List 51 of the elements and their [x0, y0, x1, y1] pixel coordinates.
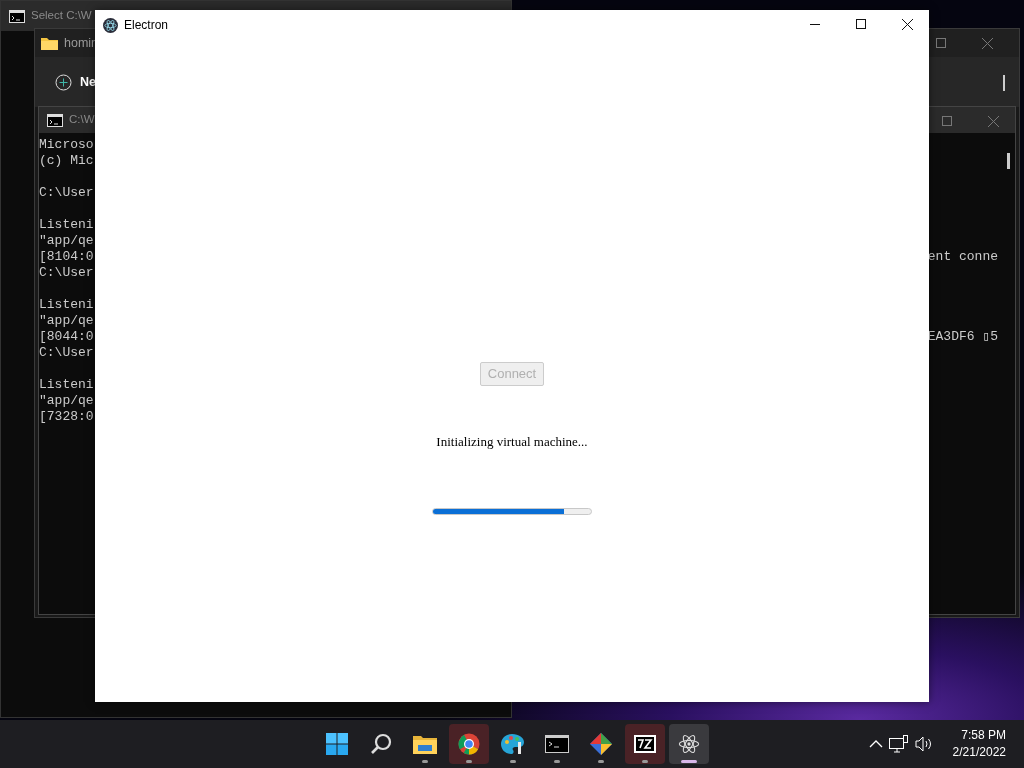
console-line: ent conne — [927, 249, 998, 265]
console-line: Microso — [39, 137, 94, 153]
console-line: "app/qe — [39, 233, 94, 249]
console-line: [8104:0 — [39, 249, 94, 265]
close-icon — [901, 18, 913, 30]
console-line: [7328:0 — [39, 409, 94, 425]
console-line: C:\User — [39, 265, 94, 281]
speaker-icon[interactable] — [914, 736, 933, 752]
window-title: C:\W — [69, 112, 95, 128]
windows-logo-icon — [326, 733, 348, 755]
clock-date[interactable]: 2/21/2022 — [952, 744, 1006, 761]
console-line: EA3DF6 ▯5 — [927, 329, 998, 345]
palette-icon — [501, 733, 525, 755]
diamond-icon — [589, 732, 613, 756]
maximize-icon — [942, 116, 952, 126]
atom-icon — [103, 17, 118, 33]
console-icon — [47, 113, 63, 127]
folder-icon — [413, 734, 437, 754]
taskbar-button[interactable] — [669, 724, 709, 764]
archive-icon — [634, 735, 656, 753]
console-line: C:\User — [39, 185, 94, 201]
console-line: "app/qe — [39, 393, 94, 409]
close-icon — [987, 115, 999, 127]
plus-icon — [55, 73, 72, 91]
window-title: Electron — [124, 17, 169, 34]
chevron-up-icon[interactable] — [868, 740, 883, 748]
scrollbar-thumb — [1003, 75, 1005, 91]
console-line: Listeni — [39, 377, 94, 393]
console-line: Listeni — [39, 217, 94, 233]
maximize-icon — [936, 38, 946, 48]
new-button[interactable]: Ne — [80, 72, 96, 92]
folder-icon — [41, 36, 58, 50]
console-line: Listeni — [39, 297, 94, 313]
taskbar-button[interactable] — [625, 724, 665, 764]
atom-icon — [678, 733, 700, 755]
clock-time[interactable]: 7:58 PM — [952, 727, 1006, 744]
search-icon — [370, 733, 392, 755]
maximize-icon — [856, 19, 866, 29]
taskbar-button[interactable] — [449, 724, 489, 764]
status-text: Initializing virtual machine... — [436, 432, 588, 451]
console-line: [8044:0 — [39, 329, 94, 345]
scrollbar-thumb — [1007, 153, 1010, 169]
chrome-icon — [458, 733, 480, 755]
console-line: (c) Mic — [39, 153, 94, 169]
terminal-icon — [545, 735, 569, 753]
console-icon — [9, 9, 25, 23]
console-line: "app/qe — [39, 313, 94, 329]
close-icon — [981, 37, 993, 49]
window-title: Select C:\W — [31, 8, 92, 24]
console-line: C:\User — [39, 345, 94, 361]
network-icon[interactable] — [888, 735, 909, 753]
